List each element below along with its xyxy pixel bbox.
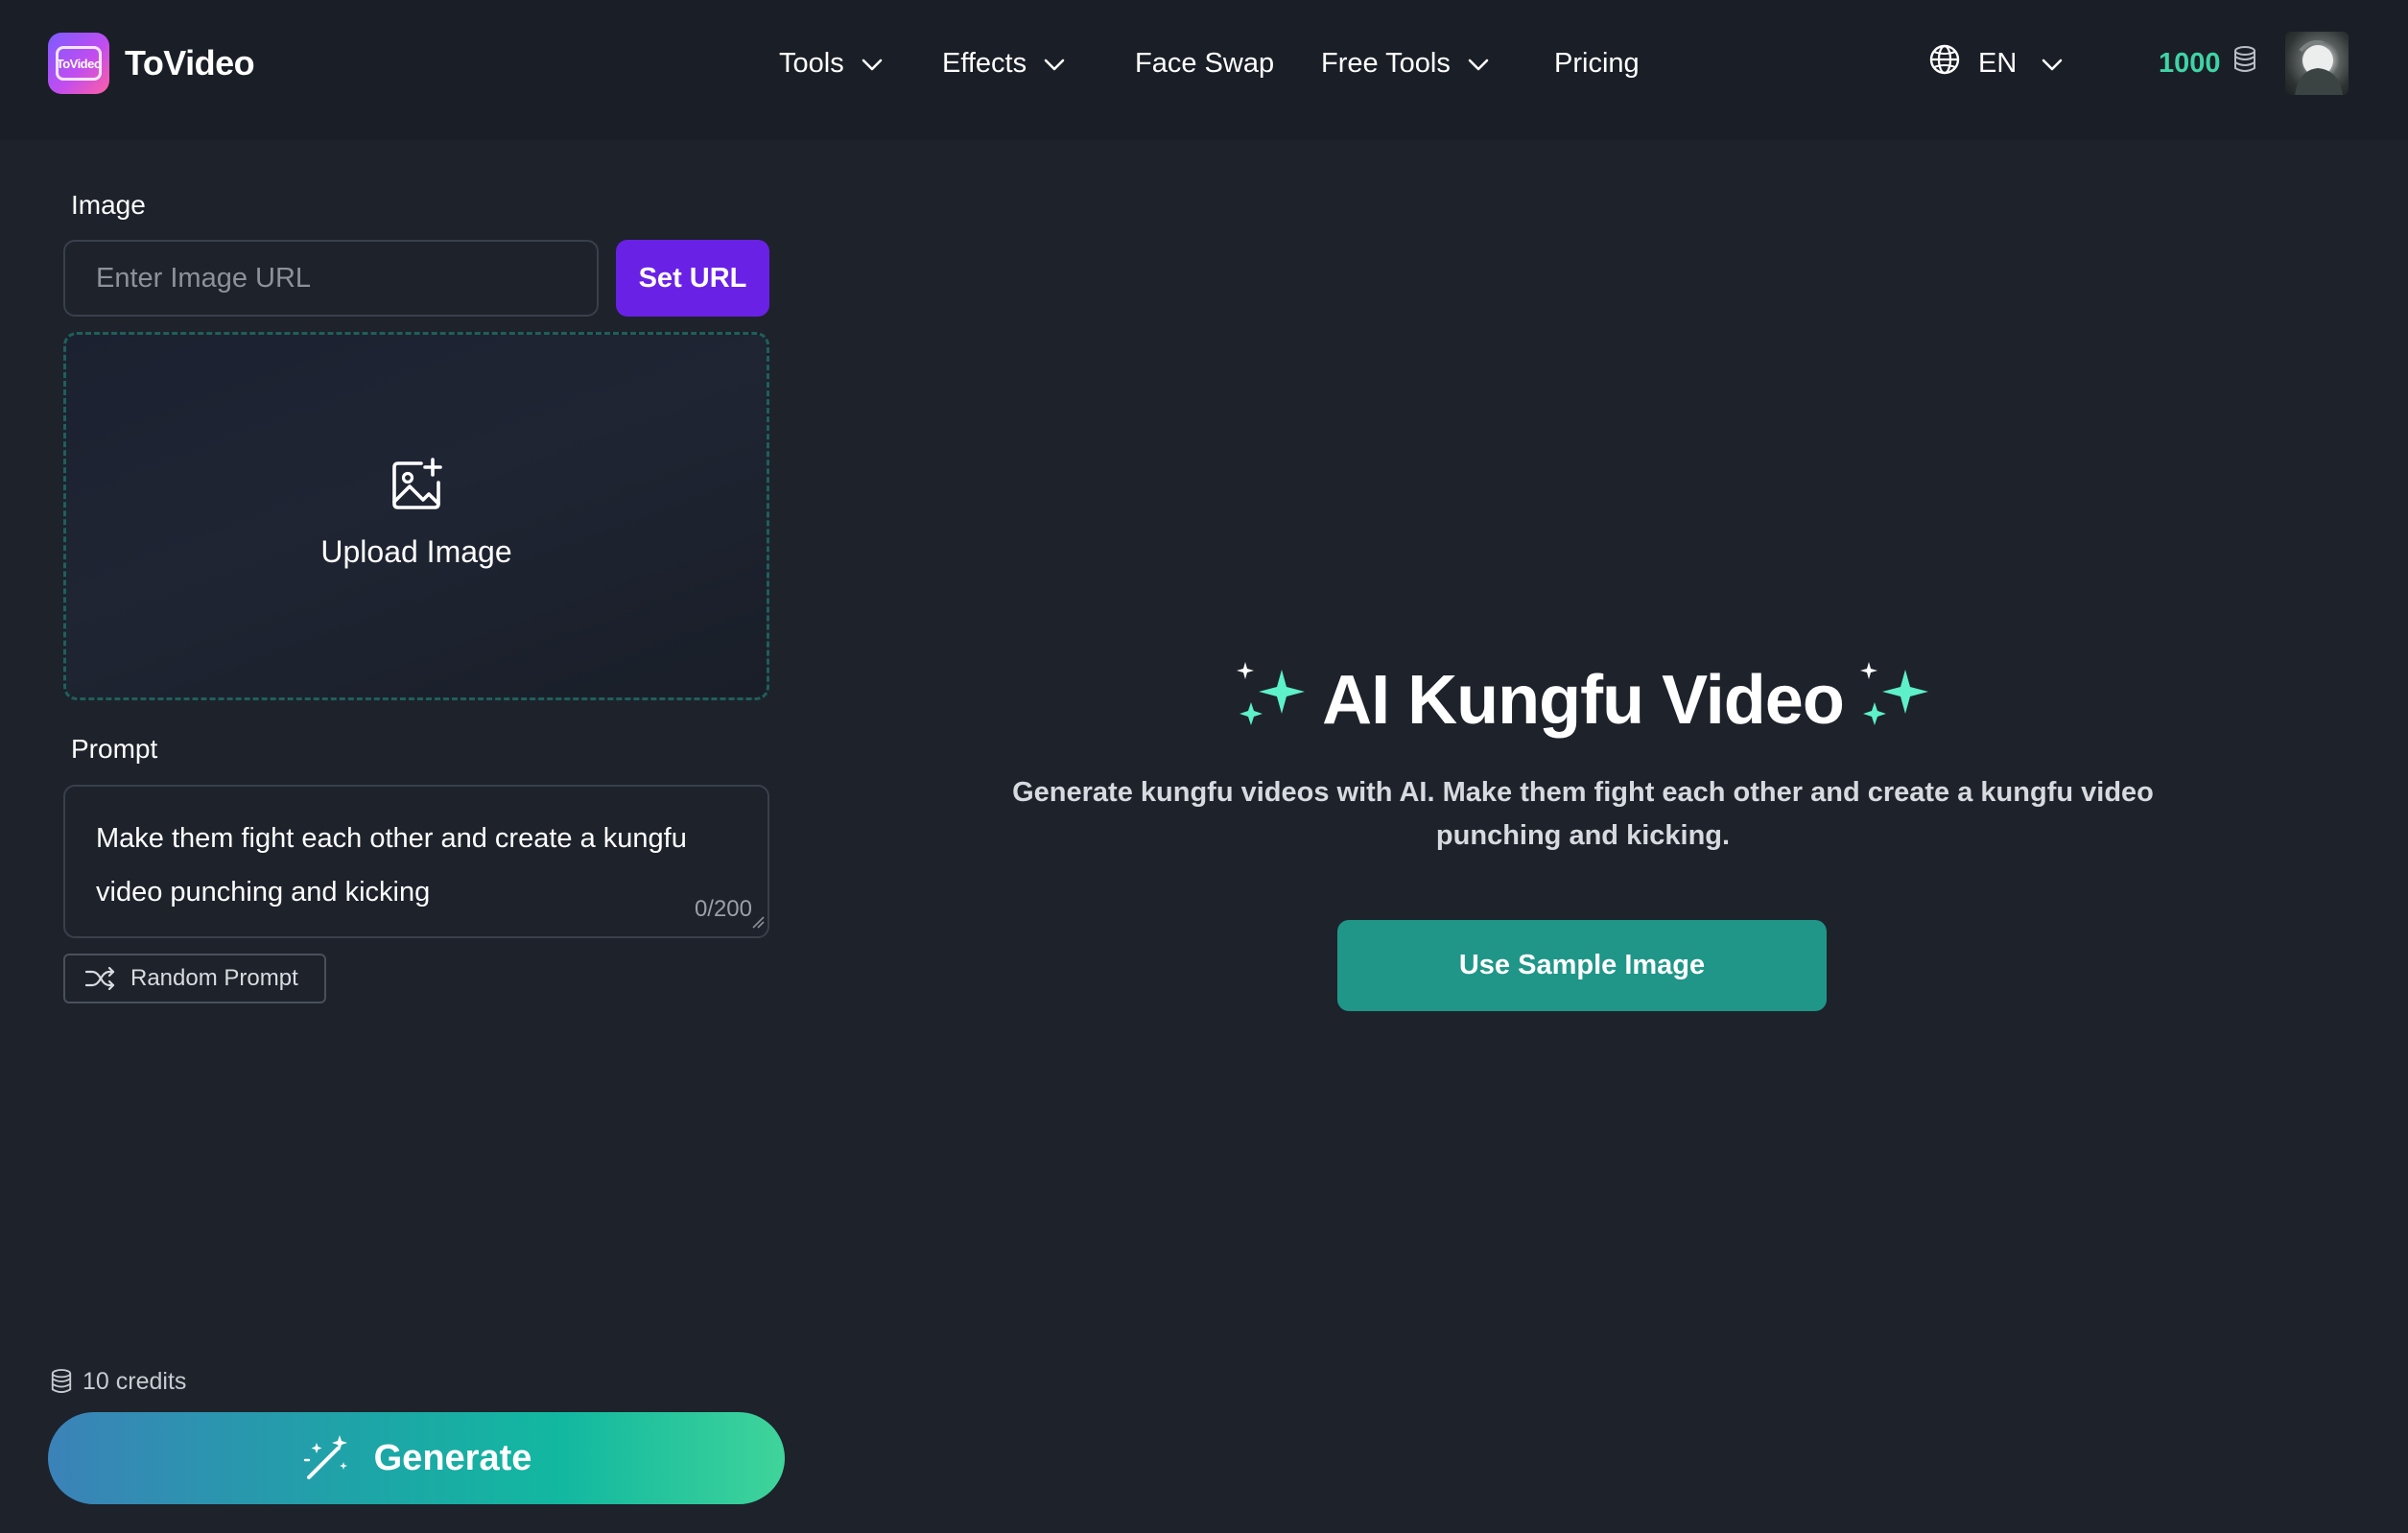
- image-section-label: Image: [71, 190, 146, 220]
- prompt-textarea[interactable]: Make them fight each other and create a …: [63, 785, 769, 938]
- prompt-char-count: 0/200: [694, 896, 752, 922]
- image-url-input[interactable]: [63, 240, 599, 317]
- nav-effects[interactable]: Effects: [942, 43, 1065, 83]
- top-navbar: ToVideo ToVideo Tools Effects Face Swap …: [0, 0, 2408, 140]
- brand-name[interactable]: ToVideo: [125, 42, 255, 84]
- image-plus-icon: [389, 456, 446, 518]
- generation-cost-label: 10 credits: [83, 1367, 187, 1395]
- nav-pricing-label: Pricing: [1554, 48, 1640, 79]
- chevron-down-icon: [1468, 43, 1489, 83]
- language-selector[interactable]: EN: [1928, 43, 2063, 83]
- hero-description: Generate kungfu videos with AI. Make the…: [1012, 777, 2154, 851]
- credits-balance-value: 1000: [2159, 47, 2221, 79]
- generate-button[interactable]: Generate: [48, 1412, 785, 1504]
- shuffle-icon: [84, 966, 115, 991]
- nav-effects-label: Effects: [942, 48, 1027, 79]
- chevron-down-icon: [862, 43, 883, 83]
- nav-face-swap[interactable]: Face Swap: [1135, 43, 1274, 83]
- upload-image-label: Upload Image: [320, 534, 512, 569]
- sparkles-icon: [1853, 660, 1936, 742]
- nav-face-swap-label: Face Swap: [1135, 48, 1275, 79]
- use-sample-image-button[interactable]: Use Sample Image: [1337, 920, 1827, 1011]
- language-label: EN: [1978, 47, 2018, 79]
- nav-pricing[interactable]: Pricing: [1554, 43, 1640, 83]
- hero-title: AI Kungfu Video: [1228, 652, 1938, 748]
- prompt-value: Make them fight each other and create a …: [96, 823, 687, 908]
- globe-icon: [1928, 43, 1961, 83]
- chevron-down-icon: [2042, 48, 2063, 80]
- upload-image-dropzone[interactable]: Upload Image: [63, 332, 769, 700]
- generate-label: Generate: [373, 1437, 532, 1478]
- tovideo-logo-icon[interactable]: ToVideo: [48, 33, 109, 94]
- coins-icon: [50, 1368, 73, 1395]
- set-url-button[interactable]: Set URL: [616, 240, 769, 317]
- resize-handle-icon[interactable]: [751, 915, 765, 933]
- nav-free-tools-label: Free Tools: [1321, 48, 1451, 79]
- sparkles-icon: [1230, 660, 1312, 742]
- credits-balance[interactable]: 1000: [2159, 43, 2257, 83]
- random-prompt-button[interactable]: Random Prompt: [63, 954, 326, 1003]
- nav-tools[interactable]: Tools: [779, 43, 883, 83]
- generation-cost: 10 credits: [50, 1366, 186, 1397]
- chevron-down-icon: [1044, 43, 1065, 83]
- hero-title-text: AI Kungfu Video: [1322, 662, 1845, 739]
- nav-free-tools[interactable]: Free Tools: [1321, 43, 1489, 83]
- random-prompt-label: Random Prompt: [130, 965, 298, 991]
- coins-icon: [2232, 45, 2257, 82]
- magic-wand-icon: [301, 1433, 351, 1483]
- avatar-image: [2295, 40, 2343, 95]
- prompt-section-label: Prompt: [71, 734, 158, 764]
- logo-text: ToVideo: [56, 46, 102, 81]
- nav-tools-label: Tools: [779, 48, 844, 79]
- user-avatar[interactable]: [2285, 32, 2349, 95]
